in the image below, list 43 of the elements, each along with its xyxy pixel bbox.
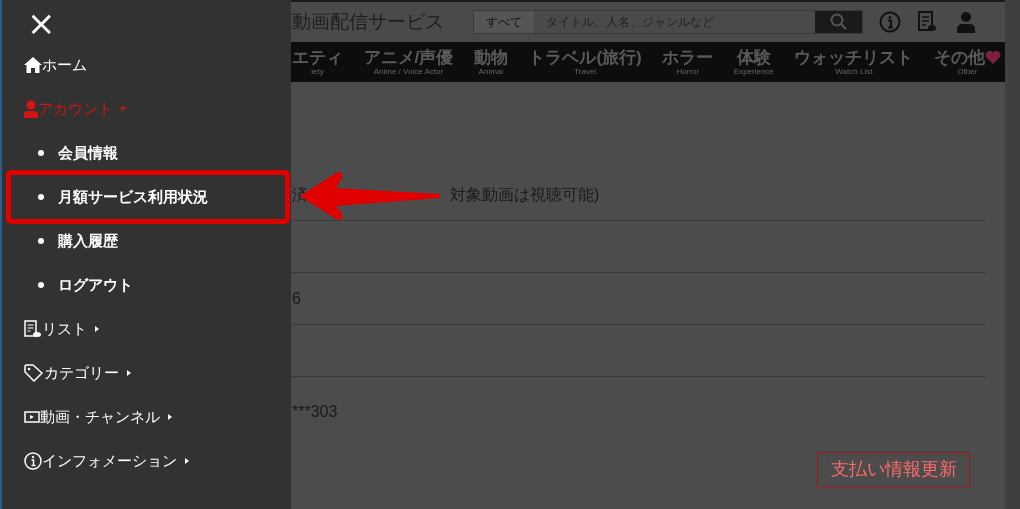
submenu-item[interactable]: 会員情報 [24, 131, 291, 175]
caret-icon [119, 105, 127, 113]
video-icon [24, 410, 40, 424]
menu-item[interactable]: インフォメーション [24, 439, 291, 483]
info-icon [24, 452, 42, 470]
tag-icon [24, 364, 44, 382]
home-icon [24, 57, 42, 73]
scrollbar[interactable] [1005, 0, 1020, 509]
info-icon[interactable] [879, 11, 901, 33]
update-payment-button[interactable]: 支払い情報更新 [817, 452, 970, 487]
submenu-item[interactable]: 月額サービス利用状況 [11, 175, 285, 219]
user-icon [24, 100, 38, 118]
menu-item[interactable]: カテゴリー [24, 351, 291, 395]
close-button[interactable]: × [27, 6, 56, 40]
bullet-icon [38, 150, 44, 156]
search-icon [829, 13, 848, 31]
search-scope-dropdown[interactable]: すべて [474, 11, 534, 33]
user-icon[interactable] [957, 11, 975, 33]
caret-icon [125, 369, 133, 377]
nav-link[interactable]: エティ iety [292, 48, 343, 76]
menu-item[interactable]: ホーム [24, 43, 291, 87]
list-icon[interactable] [917, 11, 937, 33]
bullet-icon [38, 238, 44, 244]
nav-link[interactable]: トラベル(旅行) Travel [528, 48, 642, 76]
heart-icon [984, 49, 1001, 65]
submenu-item[interactable]: ログアウト [24, 263, 291, 307]
caret-icon [183, 457, 191, 465]
list-icon [24, 320, 42, 338]
menu-item[interactable]: 動画・チャンネル [24, 395, 291, 439]
menu-item[interactable]: アカウント [24, 87, 291, 131]
nav-link[interactable]: アニメ/声優 Anime / Voice Actor [363, 48, 454, 76]
submenu-item[interactable]: 購入履歴 [24, 219, 291, 263]
bullet-icon [38, 282, 44, 288]
menu-item[interactable]: リスト [24, 307, 291, 351]
caret-icon [93, 325, 101, 333]
caret-icon [166, 413, 174, 421]
nav-link[interactable]: その他 Other [933, 48, 1001, 76]
search-button[interactable] [815, 11, 862, 33]
nav-link[interactable]: ホラー Horror [662, 48, 714, 76]
nav-link[interactable]: 動物 Animal [473, 48, 508, 76]
nav-link[interactable]: ウォッチリスト Watch List [794, 48, 914, 76]
nav-link[interactable]: 体験 Experience [733, 48, 774, 76]
bullet-icon [38, 194, 44, 200]
